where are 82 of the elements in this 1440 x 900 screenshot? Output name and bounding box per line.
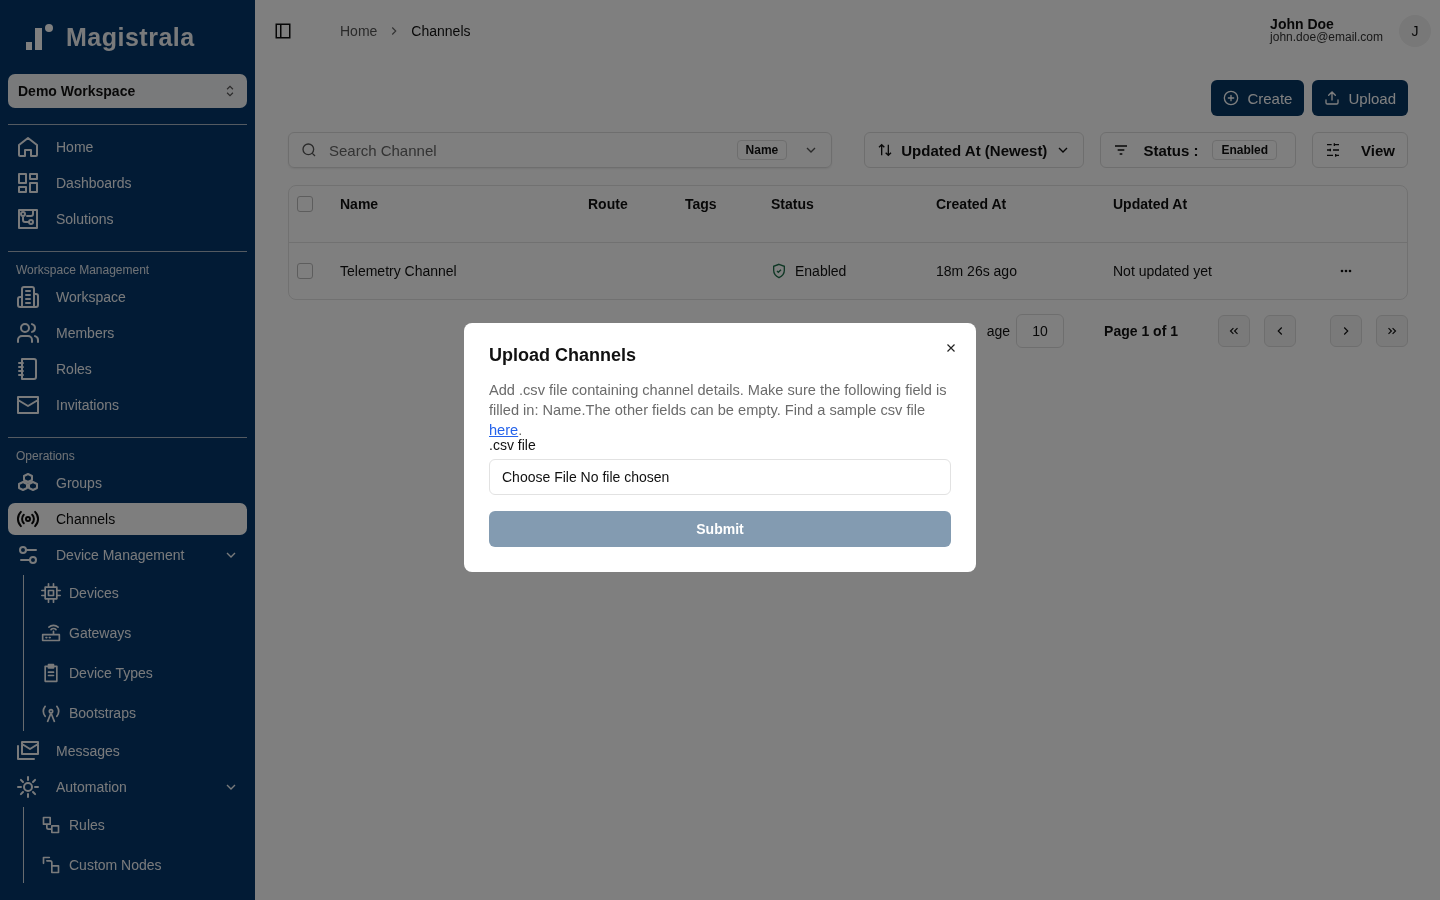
- workflow-icon: [41, 815, 61, 835]
- column-header: Name: [340, 196, 380, 212]
- column-header: Tags: [685, 196, 718, 212]
- column-header: Created At: [936, 196, 1008, 212]
- router-icon: [41, 623, 61, 643]
- file-label: .csv file: [489, 437, 537, 453]
- nav-item[interactable]: Invitations: [8, 389, 247, 421]
- nav-item[interactable]: Roles: [8, 353, 247, 385]
- nav-item[interactable]: Groups: [8, 467, 247, 499]
- filter-icon: [1113, 142, 1130, 158]
- nav-item[interactable]: Device Types: [33, 655, 247, 691]
- workspace-select[interactable]: Demo Workspace: [8, 74, 247, 108]
- nav-item[interactable]: Home: [8, 131, 247, 163]
- users-icon: [16, 321, 40, 345]
- user-name: John Doe: [1270, 18, 1335, 31]
- nav-item[interactable]: Dashboards: [8, 167, 247, 199]
- select-all-checkbox[interactable]: [297, 196, 313, 212]
- nav-item[interactable]: Members: [8, 317, 247, 349]
- mail-stack-icon: [16, 739, 40, 763]
- rows-per-page-select[interactable]: 10: [1016, 314, 1065, 348]
- nav-item[interactable]: Bootstraps: [33, 695, 247, 731]
- section-title: Workspace Management: [15, 262, 151, 279]
- nav-item[interactable]: Rules: [33, 807, 247, 843]
- dialog-title: Upload Channels: [489, 345, 637, 366]
- breadcrumb-item[interactable]: Home: [340, 23, 378, 39]
- building-icon: [16, 285, 40, 309]
- last-page-button[interactable]: [1376, 315, 1408, 347]
- house-icon: [16, 135, 40, 159]
- search-icon: [301, 142, 317, 158]
- upload-button[interactable]: Upload: [1312, 80, 1408, 116]
- notebook-icon: [16, 357, 40, 381]
- section-title: Operations: [15, 448, 76, 465]
- nav-item[interactable]: Custom Nodes: [33, 847, 247, 883]
- create-button[interactable]: Create: [1211, 80, 1305, 116]
- table-cell-text: Not updated yet: [1113, 263, 1213, 279]
- logo-text: Magistrala: [66, 22, 195, 52]
- page-indicator: Page 1 of 1: [1104, 323, 1178, 339]
- status-text: Enabled: [795, 263, 847, 279]
- nav-item[interactable]: Gateways: [33, 615, 247, 651]
- shield-check-icon: [771, 263, 787, 279]
- logo-icon: [24, 22, 54, 52]
- column-header: Status: [771, 196, 815, 212]
- upload-icon: [1324, 90, 1341, 106]
- clipboard-icon: [41, 663, 61, 683]
- view-button[interactable]: View: [1312, 132, 1408, 168]
- chip-icon: [41, 583, 61, 603]
- sliders-icon: [16, 543, 40, 567]
- mail-icon: [16, 393, 40, 417]
- status-filter[interactable]: Status : Enabled: [1100, 132, 1297, 168]
- circuit-board-icon: [16, 207, 40, 231]
- status-filter-value: Enabled: [1212, 140, 1278, 160]
- rows-per-page-label: age: [986, 323, 1011, 339]
- sliders-icon: [1325, 142, 1342, 158]
- sample-file-link[interactable]: here: [489, 422, 519, 438]
- nav-item[interactable]: Workspace: [8, 281, 247, 313]
- sidebar-toggle-icon[interactable]: [274, 22, 292, 40]
- more-options-icon[interactable]: [1338, 268, 1354, 274]
- row-checkbox[interactable]: [297, 263, 313, 279]
- nav-item[interactable]: Device Management: [8, 539, 247, 571]
- breadcrumb-item: Channels: [411, 23, 471, 39]
- nav-item[interactable]: Automation: [8, 771, 247, 803]
- sort-arrows-icon: [877, 142, 894, 158]
- nav-item[interactable]: Channels: [8, 503, 247, 535]
- grid-icon: [16, 171, 40, 195]
- search-field[interactable]: Search Channel Name: [288, 132, 833, 168]
- column-header: Updated At: [1113, 196, 1189, 212]
- first-page-button[interactable]: [1218, 315, 1250, 347]
- column-header: Route: [588, 196, 629, 212]
- search-field-select[interactable]: Name: [736, 140, 788, 160]
- nav-item[interactable]: Devices: [33, 575, 247, 611]
- user-email: john.doe@email.com: [1270, 31, 1383, 44]
- table-cell-text: Telemetry Channel: [340, 263, 458, 279]
- table-cell-text: 18m 26s ago: [936, 263, 1018, 279]
- file-input[interactable]: Choose File No file chosen: [489, 459, 951, 495]
- status-filter-label: Status :: [1143, 141, 1199, 159]
- nav-item[interactable]: Solutions: [8, 203, 247, 235]
- user-avatar[interactable]: J: [1399, 15, 1431, 47]
- sort-button[interactable]: Updated At (Newest): [864, 132, 1085, 168]
- nav-item[interactable]: Messages: [8, 735, 247, 767]
- antenna-icon: [41, 703, 61, 723]
- nodes-icon: [41, 855, 61, 875]
- dialog-description: Add .csv file containing channel details. Make sure the following field is filled in: Name.The other fields can be empty. Find a sample csv file here.: [489, 381, 948, 439]
